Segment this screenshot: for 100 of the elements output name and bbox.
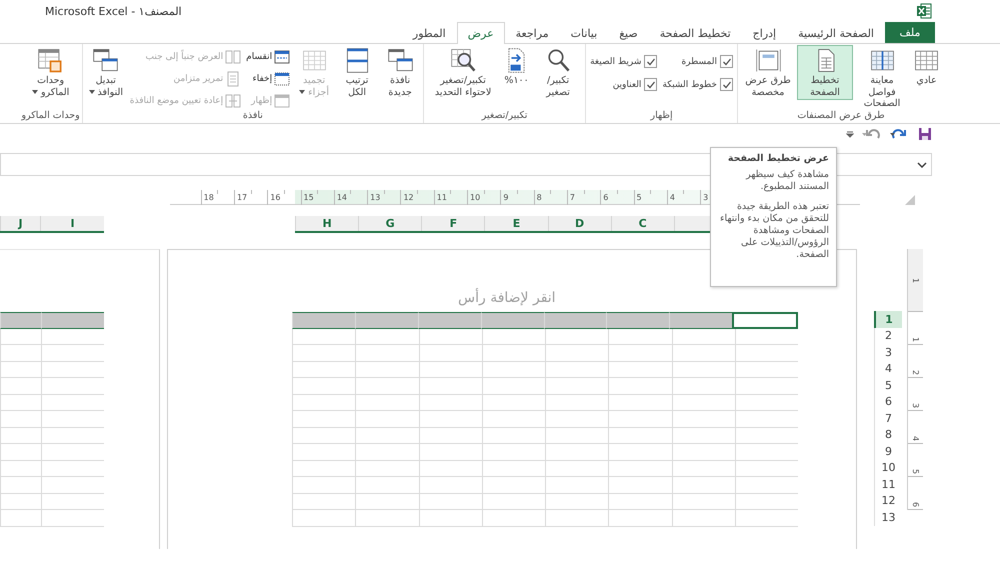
table-cell[interactable] [354, 312, 418, 328]
ribbon-tab[interactable]: تخطيط الصفحة [648, 22, 742, 43]
file-tab[interactable]: ملف [885, 22, 935, 43]
tooltip-text: تعتبر هذه الطريقة جيدة للتحقق من مكان بدء وانتهاء الصفحات ومشاهدة الرؤوس/التذييلات على الصفحة. [719, 201, 829, 261]
spreadsheet-app-icon [916, 3, 932, 19]
side-by-side-icon [225, 49, 242, 65]
window-title: المصنف١ - Microsoft Excel [45, 4, 182, 18]
group-label: نافذة [242, 109, 263, 122]
ruler-number: 2 [911, 370, 920, 376]
tooltip-text: مشاهدة كيف سيظهر المستند المطبوع. [744, 169, 829, 193]
ruler-number: 4 [670, 193, 675, 202]
ribbon-button[interactable]: ١٠٠% [501, 45, 532, 88]
group-label: وحدات الماكرو [21, 109, 80, 122]
column-header[interactable]: H [295, 216, 358, 231]
ribbon-button[interactable]: إخفاء [246, 69, 290, 89]
ribbon-button[interactable]: تكبير/ تصغير [533, 45, 584, 100]
split-window-icon [274, 49, 290, 65]
ribbon-tab[interactable]: بيانات [560, 22, 608, 43]
caret-icon [88, 90, 95, 94]
checkbox-option[interactable]: خطوط الشبكة [662, 78, 733, 91]
ribbon-tab[interactable]: صيغ [608, 22, 649, 43]
ruler-number: 4 [911, 436, 920, 442]
column-header[interactable]: C [610, 216, 674, 231]
checkbox[interactable] [720, 78, 733, 91]
column-header[interactable]: J [0, 216, 40, 231]
windows-icon [386, 47, 414, 74]
table-cell[interactable] [669, 312, 732, 328]
ruler-number: 1 [911, 277, 920, 283]
table-cell[interactable] [606, 312, 670, 328]
window-icon [274, 93, 290, 109]
ribbon-button[interactable]: نافذة جديدة [379, 45, 422, 100]
table-cell[interactable] [544, 312, 606, 328]
checkbox-option[interactable]: المسطرة [662, 55, 733, 68]
checkbox-option[interactable]: شريط الصيغة [590, 55, 658, 68]
row-header[interactable]: 1 [874, 311, 902, 328]
ruler-number: 10 [470, 193, 480, 202]
ribbon-button[interactable]: طرق عرض مخصصة [740, 45, 796, 100]
ribbon-button[interactable]: عادي [911, 45, 942, 88]
ribbon-button[interactable]: ترتيب الكل [336, 45, 378, 100]
ruler-number: 15 [304, 193, 314, 202]
ribbon-tab[interactable]: مراجعة [504, 22, 560, 43]
caret-icon [32, 90, 38, 94]
ruler-number: 3 [703, 193, 708, 202]
ruler-number: 3 [911, 402, 920, 408]
ruler-number: 14 [336, 193, 348, 202]
undo-icon[interactable] [862, 127, 882, 141]
customize-toolbar-icon[interactable] [846, 130, 854, 138]
column-header[interactable]: D [548, 216, 611, 231]
caret-icon [299, 90, 306, 94]
table-cell[interactable] [292, 312, 355, 328]
group-label: طرق عرض المصنفات [797, 109, 885, 122]
checkbox[interactable] [644, 55, 658, 68]
row-header[interactable]: 2 [874, 328, 902, 344]
checkbox[interactable] [720, 55, 733, 68]
window-frame-icon [754, 47, 782, 74]
ribbon-tab[interactable]: إدراج [742, 22, 788, 43]
ribbon-button[interactable]: معاينة فواصل الصفحات [854, 45, 910, 112]
active-cell[interactable] [732, 312, 798, 328]
save-icon[interactable] [918, 127, 932, 141]
column-header[interactable]: E [484, 216, 548, 231]
column-header[interactable]: F [421, 216, 484, 231]
ribbon-tab[interactable]: الصفحة الرئيسية [787, 22, 885, 43]
ribbon-button[interactable]: وحدات الماكرو [26, 45, 76, 100]
ruler-number: 18 [204, 193, 214, 202]
magnifier-grid-icon [450, 47, 477, 74]
group-label: تكبير/تصغير [482, 109, 528, 122]
ruler-number: 16 [270, 193, 280, 202]
table-cell[interactable] [0, 312, 41, 328]
tooltip-title: عرض تخطيط الصفحة [726, 153, 829, 164]
corner-triangle-icon[interactable] [905, 195, 915, 205]
ribbon-tab[interactable]: المطور [402, 22, 457, 43]
table-cell[interactable] [480, 312, 544, 328]
ruler-number: 6 [911, 502, 920, 508]
table-cell[interactable] [418, 312, 481, 328]
macro-sheet-icon [37, 47, 64, 74]
ruler-number: 9 [503, 193, 508, 202]
ribbon-button[interactable]: تبديل النوافذ [84, 45, 127, 100]
ruler-number: 12 [403, 193, 414, 202]
ruler-number: 8 [536, 193, 542, 202]
ruler-number: 11 [436, 193, 447, 202]
ruler-number: 13 [370, 193, 380, 202]
switch-windows-icon [92, 47, 120, 74]
ruler-number: 7 [570, 193, 576, 202]
ruler-number: 6 [603, 193, 608, 202]
reset-window-icon [225, 93, 242, 109]
column-header[interactable]: I [40, 216, 104, 231]
ruler-number: 5 [636, 193, 642, 202]
ruler-number: 5 [911, 468, 920, 474]
column-header[interactable]: G [358, 216, 422, 231]
ruler-number: 17 [236, 193, 248, 202]
dashed-window-icon [274, 71, 290, 87]
checkbox[interactable] [644, 78, 658, 91]
ribbon-button[interactable]: تكبير/تصغير لاحتواء التحديد [426, 45, 500, 100]
checkbox-option[interactable]: العناوين [590, 78, 658, 91]
page-lines-icon [225, 71, 242, 87]
ribbon-button[interactable]: تخطيط الصفحة [797, 45, 853, 100]
table-cell[interactable] [41, 312, 104, 328]
ribbon-button[interactable]: انقسام [246, 47, 290, 67]
ribbon-tab[interactable]: عرض [456, 22, 505, 44]
expand-icon[interactable] [917, 162, 927, 168]
